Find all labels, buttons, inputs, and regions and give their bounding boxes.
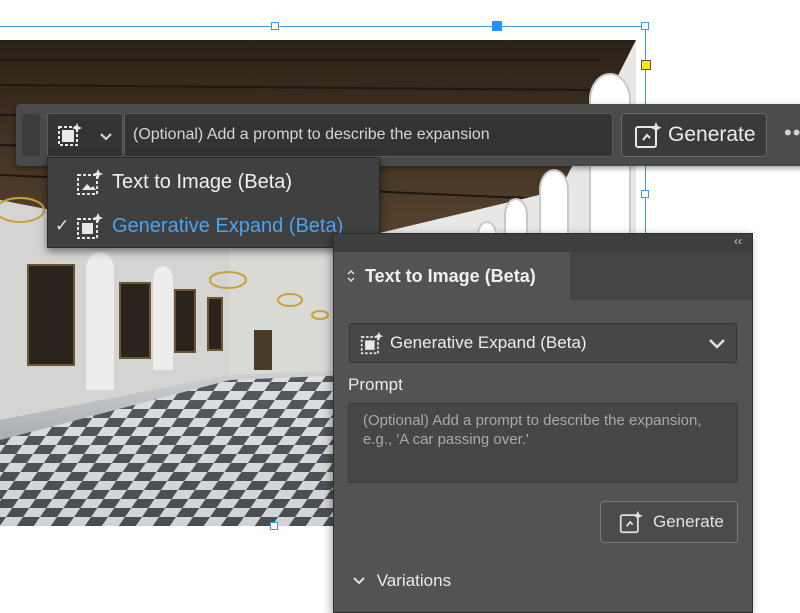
frame-handle-bottom-middle[interactable]: [270, 522, 278, 530]
variations-label: Variations: [376, 571, 452, 590]
panel-tab-strip: Text to Image (Beta): [334, 252, 752, 300]
menu-item-generative-expand[interactable]: ✓ Generative Expand (Beta): [48, 204, 379, 248]
content-grabber-handle[interactable]: [641, 60, 651, 70]
mode-selector-button[interactable]: [47, 113, 123, 157]
selection-frame-top: [0, 26, 646, 27]
generate-icon: [635, 122, 662, 148]
panel-generate-button[interactable]: Generate: [600, 501, 738, 543]
frame-handle-top-right[interactable]: [641, 22, 649, 30]
mode-select-value: Generative Expand (Beta): [390, 333, 587, 352]
task-bar-grip[interactable]: [22, 114, 40, 156]
panel-generate-label: Generate: [653, 512, 724, 531]
mode-dropdown-menu: Text to Image (Beta) ✓ Generative Expand…: [47, 157, 380, 248]
prompt-input[interactable]: (Optional) Add a prompt to describe the …: [124, 113, 613, 157]
frame-handle-top-anchor[interactable]: [492, 21, 502, 31]
more-options-icon[interactable]: ••: [784, 120, 800, 146]
mode-select[interactable]: Generative Expand (Beta): [349, 323, 737, 363]
generative-expand-icon: [77, 213, 103, 239]
menu-item-label: Text to Image (Beta): [112, 171, 293, 193]
menu-item-label: Generative Expand (Beta): [112, 215, 344, 237]
prompt-textarea[interactable]: (Optional) Add a prompt to describe the …: [348, 403, 738, 483]
tab-text-to-image[interactable]: Text to Image (Beta): [334, 252, 570, 300]
text-to-image-icon: [77, 169, 103, 195]
panel-header-bar[interactable]: ‹‹: [334, 234, 752, 252]
generate-button[interactable]: Generate: [621, 113, 767, 157]
chevron-down-icon: [709, 339, 725, 349]
menu-item-text-to-image[interactable]: Text to Image (Beta): [48, 160, 379, 204]
generate-button-label: Generate: [668, 123, 756, 146]
tab-label: Text to Image (Beta): [365, 266, 536, 286]
variations-section-toggle[interactable]: Variations: [352, 571, 451, 591]
frame-handle-top-middle[interactable]: [271, 22, 279, 30]
generative-expand-icon: [360, 331, 384, 355]
generate-icon: [619, 510, 643, 534]
checkmark-icon: ✓: [55, 216, 70, 235]
chevron-down-icon: [353, 577, 365, 585]
generative-expand-icon: [58, 123, 82, 146]
up-down-arrows-icon: [347, 269, 355, 283]
text-to-image-panel: ‹‹ Text to Image (Beta) Generative Expan…: [333, 233, 753, 613]
chevron-down-icon: [100, 133, 112, 141]
collapse-panel-icon[interactable]: ‹‹: [734, 234, 742, 248]
frame-handle-right-middle[interactable]: [641, 190, 649, 198]
prompt-label: Prompt: [348, 375, 403, 394]
